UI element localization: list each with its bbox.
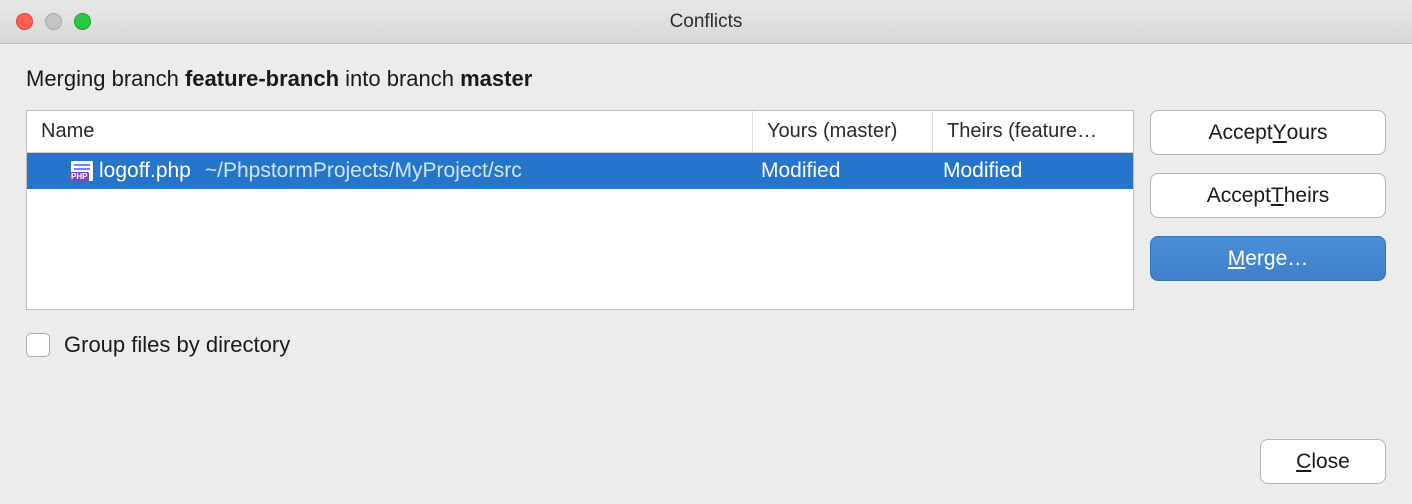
btn-mnemonic: M	[1228, 247, 1246, 271]
btn-text: erge…	[1245, 247, 1308, 271]
conflicts-table: Name Yours (master) Theirs (feature… log…	[26, 110, 1134, 310]
window-maximize-icon[interactable]	[74, 13, 91, 30]
btn-text: Accept	[1207, 184, 1271, 208]
window-close-icon[interactable]	[16, 13, 33, 30]
titlebar: Conflicts	[0, 0, 1412, 44]
btn-text: lose	[1311, 450, 1350, 474]
btn-mnemonic: C	[1296, 450, 1311, 474]
btn-text: heirs	[1284, 184, 1330, 208]
group-files-checkbox[interactable]	[26, 333, 50, 357]
heading-target-branch: master	[460, 66, 532, 91]
table-row[interactable]: logoff.php ~/PhpstormProjects/MyProject/…	[27, 153, 1133, 189]
btn-text: Accept	[1208, 121, 1272, 145]
filepath: ~/PhpstormProjects/MyProject/src	[205, 159, 522, 183]
merge-heading: Merging branch feature-branch into branc…	[26, 66, 1386, 92]
cell-name: logoff.php ~/PhpstormProjects/MyProject/…	[27, 159, 753, 183]
col-header-yours[interactable]: Yours (master)	[753, 111, 933, 152]
cell-theirs: Modified	[933, 159, 1133, 183]
cell-yours: Modified	[753, 159, 933, 183]
col-header-name[interactable]: Name	[27, 111, 753, 152]
accept-theirs-button[interactable]: Accept Theirs	[1150, 173, 1386, 218]
heading-mid: into branch	[339, 66, 460, 91]
col-header-theirs[interactable]: Theirs (feature…	[933, 111, 1133, 152]
btn-mnemonic: T	[1271, 184, 1284, 208]
filename: logoff.php	[99, 159, 191, 183]
group-files-row: Group files by directory	[26, 332, 1386, 358]
heading-source-branch: feature-branch	[185, 66, 339, 91]
btn-text: ours	[1287, 121, 1328, 145]
table-header: Name Yours (master) Theirs (feature…	[27, 111, 1133, 153]
heading-prefix: Merging branch	[26, 66, 185, 91]
window-minimize-icon[interactable]	[45, 13, 62, 30]
window-controls	[0, 13, 91, 30]
window-title: Conflicts	[670, 11, 743, 33]
dialog-content: Merging branch feature-branch into branc…	[0, 44, 1412, 358]
merge-button[interactable]: Merge…	[1150, 236, 1386, 281]
accept-yours-button[interactable]: Accept Yours	[1150, 110, 1386, 155]
close-button[interactable]: Close	[1260, 439, 1386, 484]
php-file-icon	[71, 161, 93, 181]
action-buttons: Accept Yours Accept Theirs Merge…	[1150, 110, 1386, 281]
btn-mnemonic: Y	[1273, 121, 1287, 145]
group-files-label: Group files by directory	[64, 332, 290, 358]
dialog-footer: Close	[1260, 439, 1386, 484]
